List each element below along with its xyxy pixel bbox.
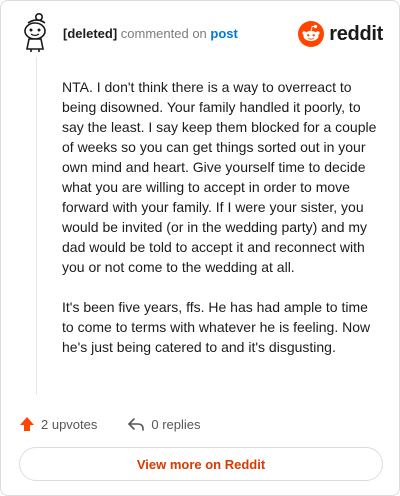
- reddit-brand-logo[interactable]: reddit: [298, 21, 383, 47]
- view-more-button[interactable]: View more on Reddit: [19, 447, 383, 481]
- comment-body: NTA. I don't think there is a way to ove…: [62, 77, 382, 377]
- replies-button[interactable]: 0 replies: [127, 416, 201, 432]
- comment-paragraph: It's been five years, ffs. He has had am…: [62, 299, 371, 355]
- embedded-comment-card: [deleted] commented on post reddit NTA. …: [0, 0, 400, 496]
- post-link[interactable]: post: [210, 26, 237, 41]
- reply-arrow-icon: [128, 418, 145, 431]
- comment-paragraph: NTA. I don't think there is a way to ove…: [62, 79, 377, 275]
- comment-author[interactable]: [deleted]: [63, 26, 117, 41]
- thread-line: [36, 57, 37, 395]
- upvote-arrow-icon: [20, 417, 34, 431]
- reply-count: 0 replies: [151, 416, 201, 432]
- deleted-user-avatar: [15, 11, 55, 53]
- upvote-count: 2 upvotes: [41, 416, 98, 432]
- upvote-button[interactable]: 2 upvotes: [19, 416, 97, 432]
- comment-action-text: commented on: [120, 26, 207, 41]
- comment-actions: 2 upvotes 0 replies: [19, 413, 201, 435]
- comment-header: [deleted] commented on post: [63, 26, 238, 42]
- reddit-wordmark: reddit: [329, 22, 383, 45]
- reddit-snoo-icon: [298, 21, 325, 47]
